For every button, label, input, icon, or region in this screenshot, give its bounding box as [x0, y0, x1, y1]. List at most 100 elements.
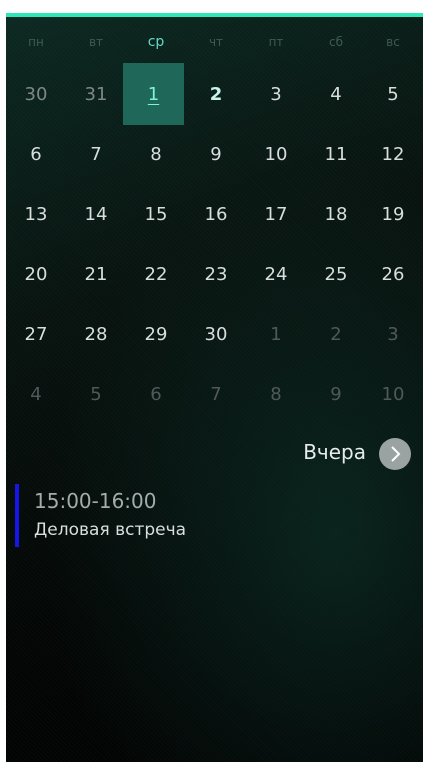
calendar-day-number: 3	[387, 324, 399, 345]
next-day-button[interactable]	[379, 438, 411, 470]
calendar-day[interactable]: 30	[186, 315, 246, 355]
calendar-day[interactable]: 9	[186, 135, 246, 175]
calendar-day[interactable]: 12	[363, 135, 423, 175]
event-color-bar	[15, 484, 19, 547]
calendar-day-number: 26	[381, 264, 405, 285]
calendar-day[interactable]: 9	[306, 375, 366, 415]
calendar-day-number: 29	[144, 324, 168, 345]
calendar-day[interactable]: 10	[246, 135, 306, 175]
calendar-day[interactable]: 31	[66, 75, 126, 115]
calendar-day-number: 2	[330, 324, 342, 345]
calendar-day-number: 12	[381, 144, 405, 165]
calendar-day-number: 4	[30, 384, 42, 405]
calendar-day[interactable]: 17	[246, 195, 306, 235]
calendar-day-number: 20	[24, 264, 48, 285]
calendar-day-number: 3	[270, 84, 282, 105]
calendar-day-number: 21	[84, 264, 108, 285]
calendar-day-number: 7	[210, 384, 222, 405]
calendar-day[interactable]: 4	[6, 375, 66, 415]
calendar-day[interactable]: 11	[306, 135, 366, 175]
calendar-day-number: 25	[324, 264, 348, 285]
calendar-day[interactable]: 22	[126, 255, 186, 295]
calendar-day[interactable]: 20	[6, 255, 66, 295]
previous-day-label[interactable]: Вчера	[303, 440, 366, 464]
calendar-day[interactable]: 16	[186, 195, 246, 235]
calendar-day[interactable]: 3	[363, 315, 423, 355]
calendar-day[interactable]: 29	[126, 315, 186, 355]
weekday-label: чт	[208, 35, 224, 49]
calendar-day-number: 8	[270, 384, 282, 405]
weekday-label: пт	[268, 35, 284, 49]
calendar-day[interactable]: 25	[306, 255, 366, 295]
calendar-day-number: 30	[24, 84, 48, 105]
calendar-day-number: 28	[84, 324, 108, 345]
calendar-day[interactable]: 4	[306, 75, 366, 115]
calendar-day[interactable]: 18	[306, 195, 366, 235]
calendar-day-number: 31	[84, 84, 108, 105]
calendar-day[interactable]: 7	[66, 135, 126, 175]
calendar-day-number: 5	[387, 84, 399, 105]
calendar-day-number: 24	[264, 264, 288, 285]
calendar-day-number: 6	[30, 144, 42, 165]
calendar-day-number: 22	[144, 264, 168, 285]
weekday-label: сб	[329, 35, 343, 49]
calendar-day-number: 2	[209, 84, 223, 105]
calendar-day[interactable]: 10	[363, 375, 423, 415]
calendar-day[interactable]: 27	[6, 315, 66, 355]
calendar-day[interactable]: 8	[126, 135, 186, 175]
calendar-day[interactable]: 1	[246, 315, 306, 355]
calendar-day[interactable]: 2	[186, 75, 246, 115]
calendar-day-number: 9	[330, 384, 342, 405]
calendar-day-number: 23	[204, 264, 228, 285]
calendar-day-number: 18	[324, 204, 348, 225]
event-item[interactable]: 15:00-16:00 Деловая встреча	[15, 484, 395, 548]
calendar-day[interactable]: 30	[6, 75, 66, 115]
calendar-day-number: 11	[324, 144, 348, 165]
calendar-day-number: 30	[204, 324, 228, 345]
calendar-day-number: 9	[210, 144, 222, 165]
calendar-day-number: 17	[264, 204, 288, 225]
weekday-label: пн	[28, 35, 44, 49]
calendar-day[interactable]: 6	[126, 375, 186, 415]
calendar-day[interactable]: 7	[186, 375, 246, 415]
event-time: 15:00-16:00	[34, 489, 157, 513]
weekday-label: вс	[386, 35, 400, 49]
calendar-day-number: 7	[90, 144, 102, 165]
calendar-day[interactable]: 28	[66, 315, 126, 355]
calendar-day-number: 5	[90, 384, 102, 405]
calendar-day-number: 27	[24, 324, 48, 345]
calendar-screen: пн вт ср чт пт сб вс 30 31 1 2 3 4 5 6 7 8 9 10 11 12 13 14 15…	[6, 13, 423, 762]
calendar-day-number: 6	[150, 384, 162, 405]
calendar-day-number: 10	[264, 144, 288, 165]
event-title: Деловая встреча	[34, 520, 187, 540]
calendar-day-number: 15	[144, 204, 168, 225]
calendar-day[interactable]: 13	[6, 195, 66, 235]
calendar-day[interactable]: 19	[363, 195, 423, 235]
weekday-label: ср	[147, 34, 165, 50]
calendar-day[interactable]: 6	[6, 135, 66, 175]
calendar-day[interactable]: 5	[363, 75, 423, 115]
calendar-day[interactable]: 26	[363, 255, 423, 295]
calendar-day-number: 4	[330, 84, 342, 105]
calendar-day-number: 14	[84, 204, 108, 225]
chevron-right-icon	[391, 446, 401, 462]
calendar-day-number: 10	[381, 384, 405, 405]
calendar-day[interactable]: 23	[186, 255, 246, 295]
calendar-day-selected[interactable]: 1	[123, 63, 184, 125]
weekday-header: пн вт ср чт пт сб вс	[6, 34, 423, 53]
calendar-day-number: 1	[270, 324, 282, 345]
accent-bar	[6, 13, 423, 17]
calendar-day[interactable]: 5	[66, 375, 126, 415]
calendar-day-number: 1	[147, 84, 160, 105]
calendar-day[interactable]: 3	[246, 75, 306, 115]
calendar-day-number: 13	[24, 204, 48, 225]
calendar-day-number: 19	[381, 204, 405, 225]
calendar-day[interactable]: 21	[66, 255, 126, 295]
calendar-day[interactable]: 14	[66, 195, 126, 235]
calendar-day-number: 16	[204, 204, 228, 225]
calendar-day[interactable]: 15	[126, 195, 186, 235]
calendar-day[interactable]: 8	[246, 375, 306, 415]
calendar-day[interactable]: 2	[306, 315, 366, 355]
weekday-label: вт	[88, 35, 104, 49]
calendar-day[interactable]: 24	[246, 255, 306, 295]
